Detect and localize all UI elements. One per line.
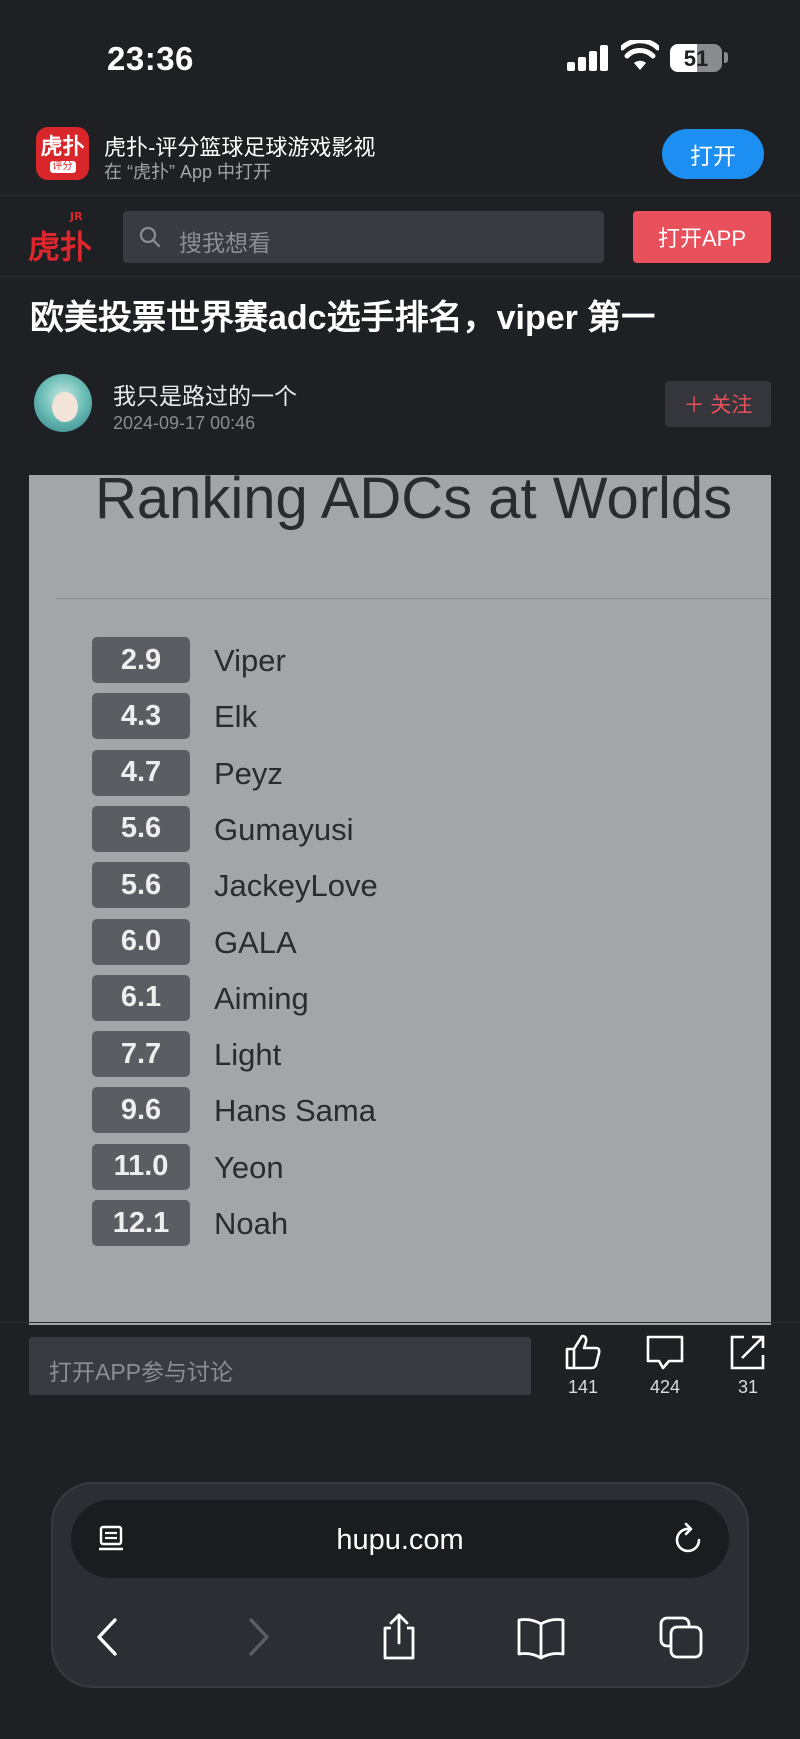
battery-cap: [724, 52, 728, 63]
app-icon[interactable]: 虎扑 评分: [36, 127, 89, 180]
search-placeholder: 搜我想看: [179, 230, 271, 256]
bottom-action-bar: 打开APP参与讨论 141 424 31: [0, 1322, 800, 1412]
reload-icon[interactable]: [673, 1522, 705, 1556]
battery-level: 51: [683, 46, 709, 71]
app-icon-text: 虎扑: [40, 133, 85, 159]
share-button[interactable]: 31: [718, 1333, 778, 1398]
share-count: 31: [737, 1377, 759, 1397]
follow-button[interactable]: ＋ 关注: [665, 381, 771, 427]
ranking-score: 6.0: [92, 918, 190, 965]
author-name[interactable]: 我只是路过的一个: [113, 377, 297, 411]
post-date: 2024-09-17 00:46: [113, 413, 256, 433]
ranking-player-name: GALA: [214, 924, 297, 960]
comment-icon: [646, 1335, 684, 1370]
address-bar[interactable]: hupu.com: [71, 1500, 729, 1578]
app-icon-badge: 评分: [49, 160, 76, 173]
browser-toolbar: hupu.com: [51, 1482, 749, 1688]
ranking-player-name: Light: [214, 1037, 282, 1073]
ranking-score: 11.0: [92, 1143, 190, 1190]
open-in-app-button[interactable]: 打开: [662, 129, 764, 179]
ranking-player-name: Hans Sama: [214, 1093, 376, 1129]
ranking-player-name: Viper: [214, 643, 286, 678]
battery-icon: 51: [670, 44, 722, 72]
post-image[interactable]: Ranking ADCs at Worlds 2.9 Viper 4.3 Elk 4.7…: [29, 475, 771, 1325]
cellular-signal-icon: [567, 45, 609, 71]
ranking-score: 9.6: [92, 1087, 190, 1134]
open-app-button[interactable]: 打开APP: [633, 211, 771, 263]
bookmarks-icon[interactable]: [513, 1612, 569, 1662]
wifi-icon: [621, 40, 659, 70]
tabs-icon[interactable]: [653, 1612, 709, 1662]
comment-count: 424: [649, 1377, 681, 1397]
status-time: 23:36: [107, 40, 194, 77]
ranking-score: 7.7: [92, 1031, 190, 1078]
hupu-logo-text: 虎扑: [28, 228, 92, 266]
ranking-player-name: JackeyLove: [214, 868, 378, 904]
ranking-player-name: Aiming: [214, 980, 309, 1016]
discuss-placeholder: 打开APP参与讨论: [49, 1359, 234, 1385]
comment-button[interactable]: 424: [635, 1333, 695, 1398]
ranking-score: 12.1: [92, 1200, 190, 1246]
like-button[interactable]: 141: [553, 1333, 613, 1398]
hupu-logo-badge: JR: [69, 210, 83, 223]
ranking-score: 4.7: [92, 749, 190, 796]
url-text: hupu.com: [336, 1524, 464, 1556]
search-icon: [139, 226, 161, 248]
ranking-score: 2.9: [92, 637, 190, 683]
ranking-player-name: Gumayusi: [214, 811, 354, 847]
hupu-logo[interactable]: 虎扑 JR: [28, 206, 94, 266]
share-icon: [730, 1335, 765, 1370]
ranking-score: 6.1: [92, 974, 190, 1021]
app-banner: 虎扑 评分 虎扑-评分篮球足球游戏影视 在 “虎扑” App 中打开 打开: [0, 115, 800, 195]
search-input[interactable]: 搜我想看: [123, 211, 604, 263]
image-heading: Ranking ADCs at Worlds: [95, 475, 733, 531]
like-count: 141: [567, 1377, 599, 1397]
ranking-player-name: Peyz: [214, 755, 283, 791]
avatar[interactable]: [34, 374, 92, 432]
discuss-input[interactable]: 打开APP参与讨论: [29, 1337, 531, 1395]
thumbs-up-icon: [565, 1334, 601, 1370]
app-banner-subtitle: 在 “虎扑” App 中打开: [104, 162, 272, 182]
ranking-player-name: Yeon: [214, 1149, 284, 1185]
status-bar: 23:36 51: [0, 0, 800, 115]
back-icon[interactable]: [81, 1612, 137, 1662]
site-header: 虎扑 JR 搜我想看 打开APP: [0, 195, 800, 277]
forward-icon[interactable]: [229, 1612, 285, 1662]
share-sheet-icon[interactable]: [371, 1612, 427, 1662]
ranking-player-name: Noah: [214, 1206, 289, 1241]
ranking-score: 4.3: [92, 693, 190, 740]
image-divider: [56, 598, 771, 599]
ranking-score: 5.6: [92, 805, 190, 852]
post-title: 欧美投票世界赛adc选手排名，viper 第一: [30, 299, 656, 337]
ranking-score: 5.6: [92, 862, 190, 909]
ranking-player-name: Elk: [214, 699, 258, 735]
